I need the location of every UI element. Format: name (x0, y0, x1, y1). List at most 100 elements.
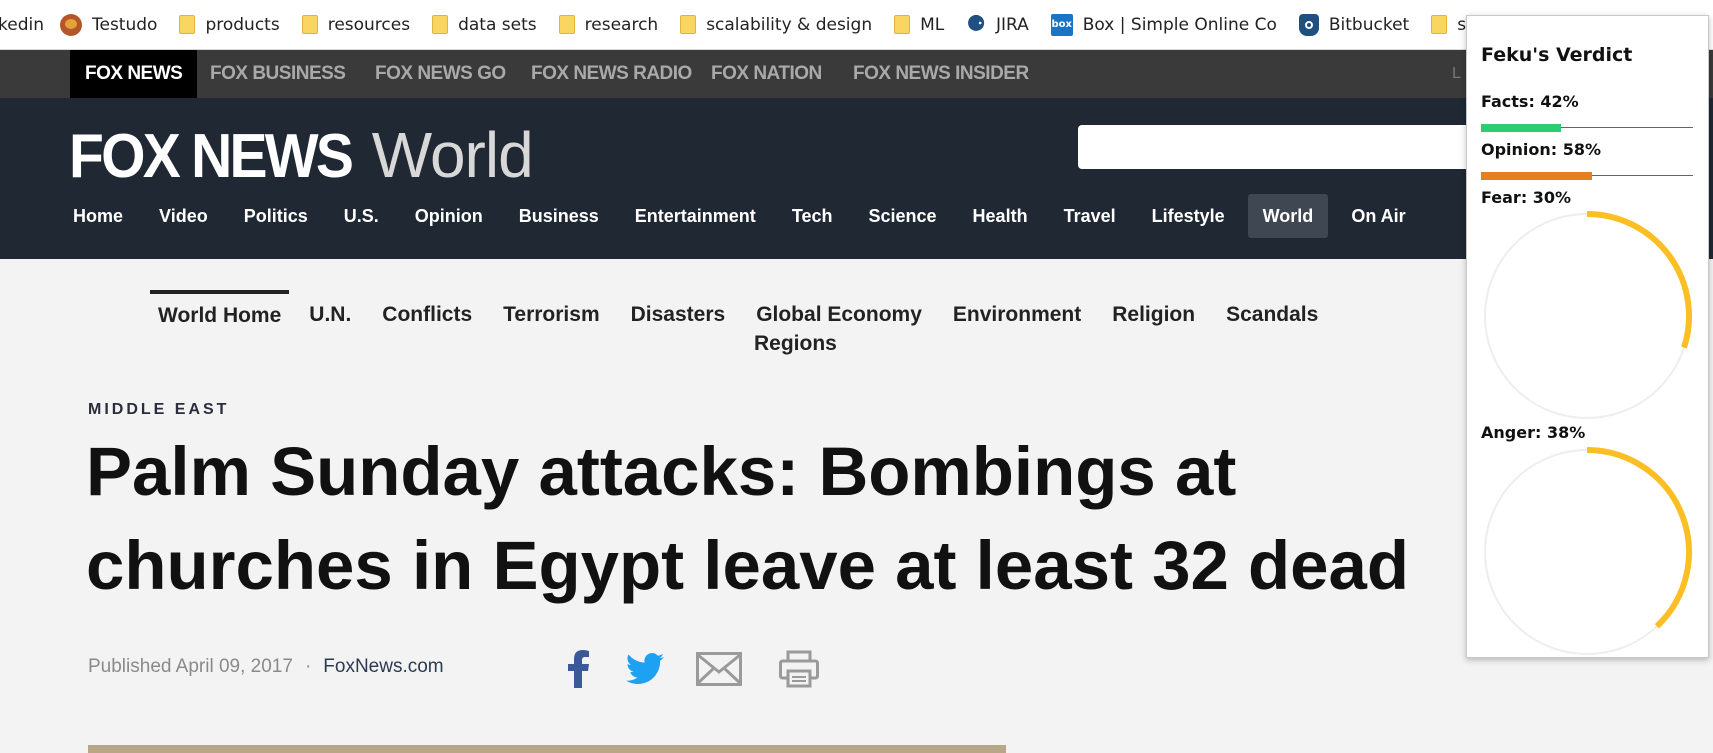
network-bar: FOX NEWS FOX BUSINESS FOX NEWS GO FOX NE… (0, 50, 1713, 98)
nav-item-tech[interactable]: Tech (779, 194, 846, 238)
network-fox-nation[interactable]: FOX NATION (711, 50, 822, 98)
nav-item-on-air[interactable]: On Air (1338, 194, 1418, 238)
email-icon (696, 652, 742, 686)
anger-gauge (1484, 447, 1692, 655)
nav-item-lifestyle[interactable]: Lifestyle (1139, 194, 1238, 238)
subnav-item-u-n[interactable]: U.N. (309, 290, 351, 328)
bitbucket-icon (1298, 13, 1319, 36)
subnav-item-conflicts[interactable]: Conflicts (382, 290, 472, 328)
nav-item-business[interactable]: Business (506, 194, 612, 238)
bookmark-testudo[interactable]: Testudo (60, 0, 157, 49)
twitter-icon (626, 653, 664, 684)
fear-label: Fear: 30% (1481, 188, 1572, 207)
network-extra[interactable]: L (1452, 50, 1461, 98)
logo-section: World (371, 119, 534, 191)
network-fox-news-go[interactable]: FOX NEWS GO (375, 50, 506, 98)
fear-gauge (1484, 211, 1692, 419)
nav-item-home[interactable]: Home (60, 194, 136, 238)
nav-item-health[interactable]: Health (960, 194, 1041, 238)
facebook-icon (568, 650, 589, 688)
folder-icon (179, 15, 196, 34)
site-logo[interactable]: FOX NEWS World (69, 118, 534, 192)
nav-item-politics[interactable]: Politics (231, 194, 321, 238)
bookmark-label: JIRA (995, 14, 1029, 35)
article-meta: Published April 09, 2017 · FoxNews.com (88, 656, 444, 678)
nav-item-opinion[interactable]: Opinion (402, 194, 496, 238)
bookmark-products[interactable]: products (179, 0, 280, 49)
facts-bar (1481, 124, 1693, 132)
opinion-bar (1481, 172, 1693, 180)
bookmark-label: data sets (458, 14, 537, 35)
bookmark-data-sets[interactable]: data sets (432, 0, 537, 49)
folder-icon (558, 15, 575, 34)
feku-verdict-popup: Feku's Verdict Facts: 42% Opinion: 58% F… (1466, 15, 1709, 658)
article-category[interactable]: MIDDLE EAST (88, 401, 229, 419)
nav-item-travel[interactable]: Travel (1051, 194, 1129, 238)
network-fox-news[interactable]: FOX NEWS (70, 50, 198, 98)
subnav-regions[interactable]: Regions (754, 332, 837, 356)
site-header: FOX NEWS World Home Video Politics U.S. Opin… (0, 98, 1713, 259)
subnav-item-world-home[interactable]: World Home (150, 290, 290, 328)
folder-icon (301, 15, 318, 34)
fear-gauge-arc (1586, 211, 1692, 349)
bookmarks-bar: kedin Testudo products resources data se… (0, 0, 1713, 50)
bookmark-label: Box | Simple Online Co (1082, 14, 1277, 35)
subnav-item-environment[interactable]: Environment (953, 290, 1081, 328)
bookmark-resources[interactable]: resources (301, 0, 411, 49)
opinion-label: Opinion: 58% (1481, 140, 1602, 159)
facts-label: Facts: 42% (1481, 92, 1579, 111)
subnav-item-disasters[interactable]: Disasters (631, 290, 726, 328)
subnav-row: World Home U.N. Conflicts Terrorism Disaster… (150, 290, 1349, 328)
facts-bar-fill (1481, 124, 1562, 132)
box-icon: box (1050, 13, 1073, 36)
meta-separator: · (304, 656, 312, 677)
nav-item-entertainment[interactable]: Entertainment (622, 194, 769, 238)
article-image (88, 745, 1006, 753)
subnav-item-terrorism[interactable]: Terrorism (503, 290, 599, 328)
bookmark-label: research (584, 14, 659, 35)
anger-gauge-arc (1586, 447, 1692, 629)
network-fox-business[interactable]: FOX BUSINESS (210, 50, 346, 98)
folder-icon (894, 15, 911, 34)
anger-label: Anger: 38% (1481, 423, 1586, 442)
nav-item-video[interactable]: Video (146, 194, 221, 238)
article-source[interactable]: FoxNews.com (323, 656, 443, 677)
subnav-item-global-economy[interactable]: Global Economy (756, 290, 922, 328)
folder-icon (432, 15, 449, 34)
folder-icon (680, 15, 697, 34)
subnav-item-scandals[interactable]: Scandals (1226, 290, 1318, 328)
subnav-item-religion[interactable]: Religion (1112, 290, 1195, 328)
opinion-bar-fill (1481, 172, 1592, 180)
twitter-share-button[interactable] (623, 646, 667, 692)
bookmark-scalability[interactable]: scalability & design (680, 0, 873, 49)
article-headline: Palm Sunday attacks: Bombings at churche… (86, 433, 1410, 604)
logo-main: FOX NEWS (69, 122, 354, 191)
bookmark-box[interactable]: box Box | Simple Online Co (1050, 0, 1277, 49)
bookmark-ml[interactable]: ML (894, 0, 945, 49)
bookmark-jira[interactable]: ⚈ JIRA (966, 0, 1029, 49)
network-fox-news-insider[interactable]: FOX NEWS INSIDER (853, 50, 1029, 98)
tortoise-icon (60, 13, 82, 36)
bookmark-label: Bitbucket (1328, 14, 1410, 35)
bookmark-linkedin[interactable]: kedin (0, 0, 44, 49)
print-icon (779, 650, 819, 688)
bookmark-research[interactable]: research (558, 0, 659, 49)
verdict-title: Feku's Verdict (1481, 44, 1633, 66)
bookmark-bitbucket[interactable]: Bitbucket (1298, 0, 1410, 49)
facebook-share-button[interactable] (560, 646, 596, 692)
nav-item-science[interactable]: Science (856, 194, 950, 238)
jira-icon: ⚈ (966, 11, 986, 37)
folder-icon (1431, 15, 1448, 34)
print-share-button[interactable] (776, 646, 822, 692)
bookmark-label: kedin (0, 14, 44, 35)
bookmark-label: resources (327, 14, 411, 35)
network-fox-news-radio[interactable]: FOX NEWS RADIO (531, 50, 692, 98)
main-nav: Home Video Politics U.S. Opinion Business Ente… (60, 194, 1429, 238)
bookmark-label: ML (920, 14, 945, 35)
nav-item-world[interactable]: World (1247, 194, 1329, 238)
nav-item-u-s[interactable]: U.S. (331, 194, 392, 238)
search-input[interactable] (1078, 125, 1478, 169)
bookmark-label: scalability & design (706, 14, 873, 35)
published-date: Published April 09, 2017 (88, 656, 293, 677)
email-share-button[interactable] (694, 646, 744, 692)
